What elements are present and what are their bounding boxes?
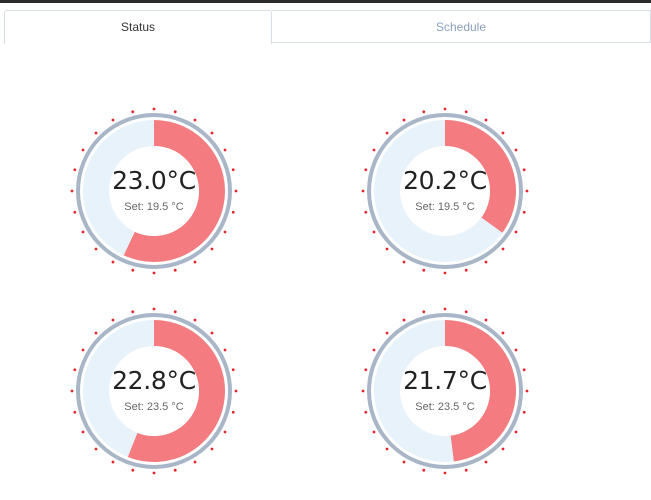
- current-temperature: 21.7°C: [403, 366, 487, 395]
- tick-mark: [94, 331, 98, 335]
- thermostat-grid: 23.0°C Set: 19.5 °C 20.2°C Set: 19.5 °C 22…: [0, 0, 651, 500]
- tick-mark: [372, 348, 376, 352]
- tick-mark: [501, 247, 505, 251]
- tick-mark: [94, 247, 98, 251]
- current-temperature: 22.8°C: [112, 366, 196, 395]
- tick-mark: [111, 118, 115, 122]
- tick-mark: [402, 460, 406, 464]
- set-temperature: Set: 23.5 °C: [360, 401, 530, 413]
- tick-mark: [402, 118, 406, 122]
- tick-mark: [223, 230, 227, 234]
- current-temperature: 23.0°C: [112, 166, 196, 195]
- set-label: Set:: [415, 201, 435, 213]
- tick-mark: [372, 148, 376, 152]
- tick-mark: [152, 307, 156, 311]
- set-value: 19.5 °C: [146, 201, 184, 213]
- tick-mark: [464, 268, 468, 272]
- tick-mark: [422, 468, 426, 472]
- tick-mark: [484, 118, 488, 122]
- tick-mark: [210, 331, 214, 335]
- set-label: Set:: [124, 401, 144, 413]
- tick-mark: [94, 447, 98, 451]
- tick-mark: [422, 310, 426, 314]
- tick-mark: [131, 110, 135, 114]
- tick-mark: [464, 110, 468, 114]
- set-value: 19.5 °C: [437, 201, 475, 213]
- tick-mark: [81, 348, 85, 352]
- tick-mark: [443, 471, 447, 475]
- tick-mark: [372, 230, 376, 234]
- tick-mark: [173, 468, 177, 472]
- tick-mark: [501, 131, 505, 135]
- tick-mark: [193, 318, 197, 322]
- tick-mark: [131, 268, 135, 272]
- tick-mark: [443, 271, 447, 275]
- tick-mark: [210, 131, 214, 135]
- thermostat-gauge-1[interactable]: 23.0°C Set: 19.5 °C: [69, 106, 239, 276]
- tick-mark: [385, 247, 389, 251]
- set-value: 23.5 °C: [437, 401, 475, 413]
- tick-mark: [372, 430, 376, 434]
- set-temperature: Set: 23.5 °C: [69, 401, 239, 413]
- tick-mark: [464, 468, 468, 472]
- tick-mark: [514, 230, 518, 234]
- tick-mark: [193, 118, 197, 122]
- set-temperature: Set: 19.5 °C: [360, 201, 530, 213]
- tick-mark: [81, 230, 85, 234]
- set-value: 23.5 °C: [146, 401, 184, 413]
- tick-mark: [111, 318, 115, 322]
- tick-mark: [223, 348, 227, 352]
- tick-mark: [152, 471, 156, 475]
- tick-mark: [484, 460, 488, 464]
- tick-mark: [173, 268, 177, 272]
- tick-mark: [514, 348, 518, 352]
- tick-mark: [223, 430, 227, 434]
- tick-mark: [422, 110, 426, 114]
- tick-mark: [402, 260, 406, 264]
- tick-mark: [385, 447, 389, 451]
- tick-mark: [152, 271, 156, 275]
- tick-mark: [152, 107, 156, 111]
- thermostat-gauge-3[interactable]: 22.8°C Set: 23.5 °C: [69, 306, 239, 476]
- tick-mark: [131, 310, 135, 314]
- tick-mark: [173, 310, 177, 314]
- tick-mark: [501, 447, 505, 451]
- tick-mark: [111, 460, 115, 464]
- tick-mark: [81, 430, 85, 434]
- thermostat-gauge-4[interactable]: 21.7°C Set: 23.5 °C: [360, 306, 530, 476]
- tick-mark: [193, 260, 197, 264]
- tick-mark: [94, 131, 98, 135]
- tick-mark: [514, 148, 518, 152]
- tick-mark: [385, 131, 389, 135]
- tick-mark: [210, 247, 214, 251]
- tick-mark: [210, 447, 214, 451]
- tick-mark: [81, 148, 85, 152]
- tick-mark: [193, 460, 197, 464]
- tick-mark: [501, 331, 505, 335]
- tick-mark: [223, 148, 227, 152]
- tick-mark: [111, 260, 115, 264]
- tick-mark: [464, 310, 468, 314]
- tick-mark: [514, 430, 518, 434]
- tick-mark: [443, 307, 447, 311]
- tick-mark: [385, 331, 389, 335]
- tick-mark: [422, 268, 426, 272]
- set-label: Set:: [415, 401, 435, 413]
- tick-mark: [131, 468, 135, 472]
- tick-mark: [402, 318, 406, 322]
- tick-mark: [173, 110, 177, 114]
- set-temperature: Set: 19.5 °C: [69, 201, 239, 213]
- current-temperature: 20.2°C: [403, 166, 487, 195]
- set-label: Set:: [124, 201, 144, 213]
- tick-mark: [484, 260, 488, 264]
- tick-mark: [443, 107, 447, 111]
- thermostat-gauge-2[interactable]: 20.2°C Set: 19.5 °C: [360, 106, 530, 276]
- tick-mark: [484, 318, 488, 322]
